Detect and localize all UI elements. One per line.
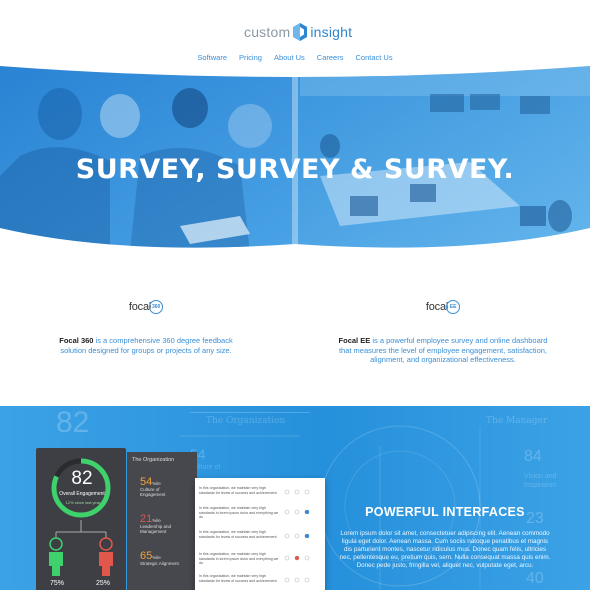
question-row: In this organization, we maintain very h…: [199, 530, 278, 539]
stat-culture: 54%ile Culture of Engagement: [140, 477, 184, 498]
stat-alignment: 65%ile Strategic Alignment: [140, 551, 184, 566]
focal-360-name: Focal 360: [59, 336, 94, 345]
product-focal-ee: focal EE Focal EE is a powerful employee…: [338, 296, 548, 365]
focal-ee-logo-name: focal: [425, 301, 449, 313]
bg-org-label: The Organization: [206, 416, 286, 426]
site-logo[interactable]: custom insight: [244, 18, 352, 46]
stat-culture-suffix: %ile: [152, 481, 161, 486]
focal-ee-text: is a powerful employee survey and online…: [338, 336, 548, 364]
bg-num-40: 40: [526, 570, 544, 587]
page: custom insight Software Pricing About Us…: [0, 0, 590, 590]
main-nav: Software Pricing About Us Careers Contac…: [0, 53, 590, 62]
hero-title: SURVEY, SURVEY & SURVEY.: [75, 154, 515, 185]
stat-leadership-suffix: %ile: [152, 518, 161, 523]
question-row: In this organization, we maintain very h…: [199, 506, 279, 519]
nav-about-us[interactable]: About Us: [274, 53, 305, 62]
stat-leadership-label: Leadership and Management: [140, 523, 172, 535]
stat-alignment-suffix: %ile: [152, 555, 161, 560]
nav-software[interactable]: Software: [197, 53, 227, 62]
stat-culture-label: Culture of Engagement: [140, 486, 166, 498]
focal-360-description: Focal 360 is a comprehensive 360 degree …: [46, 336, 246, 355]
hero-banner: SURVEY, SURVEY & SURVEY.: [0, 66, 590, 252]
bg-vision-label: Vision and Inspiration: [524, 473, 557, 489]
nav-pricing[interactable]: Pricing: [239, 53, 262, 62]
rating-scale-grid: [284, 489, 310, 583]
logo-word-insight: insight: [310, 24, 353, 40]
nav-contact-us[interactable]: Contact Us: [355, 53, 392, 62]
stat-leadership: 21%ile Leadership and Management: [140, 514, 184, 535]
organization-panel-title: The Organization: [132, 457, 175, 463]
focal-360-logo-badge: 360: [149, 300, 164, 314]
bg-big-number: 82: [56, 406, 90, 439]
survey-questions-sheet: In this organization, we maintain very h…: [195, 478, 325, 590]
stat-alignment-label: Strategic Alignment: [140, 560, 179, 566]
nav-careers[interactable]: Careers: [317, 53, 344, 62]
logo-word-custom: custom: [244, 24, 291, 40]
focal-360-logo[interactable]: focal 360: [128, 296, 164, 318]
bg-manager-label: The Manager: [486, 416, 548, 426]
focal-ee-description: Focal EE is a powerful employee survey a…: [338, 336, 548, 365]
site-header: custom insight Software Pricing About Us…: [0, 0, 590, 70]
interfaces-title: POWERFUL INTERFACES: [365, 505, 525, 519]
logo-mark-icon: [293, 23, 308, 41]
product-focal-360: focal 360 Focal 360 is a comprehensive 3…: [46, 296, 246, 355]
interfaces-text: Lorem ipsum dolor sit amet, consectetuer…: [339, 530, 551, 569]
right-percent: 25%: [96, 580, 111, 587]
focal-ee-logo[interactable]: focal EE: [425, 296, 461, 318]
question-row: In this organization, we maintain very h…: [199, 552, 279, 565]
focal-360-logo-name: focal: [128, 301, 152, 313]
engagement-score-change: 12% since last year: [65, 500, 101, 505]
left-percent: 75%: [50, 580, 65, 587]
engagement-score-label: Overall Engagement: [59, 491, 105, 497]
engagement-score: 82: [71, 468, 93, 489]
question-row: In this organization, we maintain very h…: [199, 574, 278, 583]
question-row: In this organization, we maintain very h…: [199, 486, 278, 495]
bg-num-84: 84: [524, 448, 542, 465]
focal-ee-name: Focal EE: [338, 336, 371, 345]
focal-ee-logo-badge: EE: [446, 300, 461, 314]
